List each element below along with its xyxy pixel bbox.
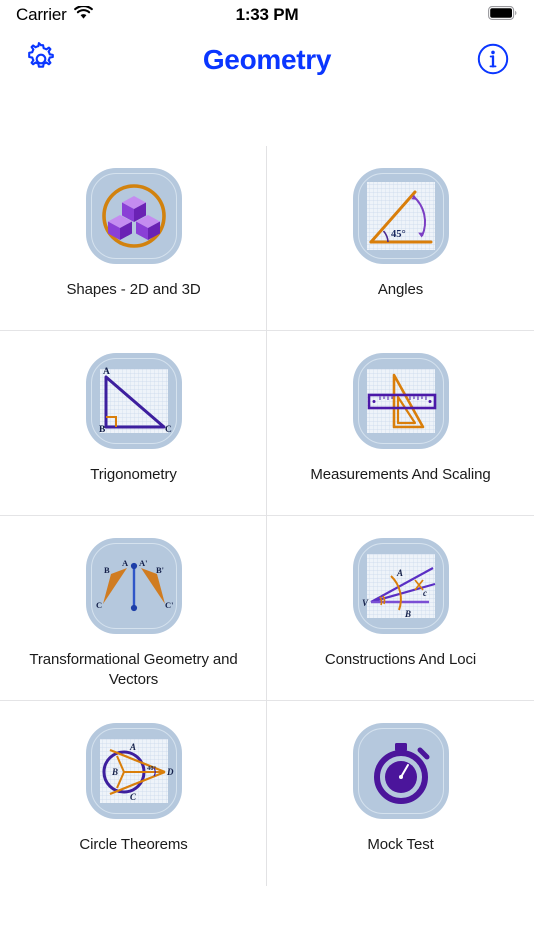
tile-background: V A B c	[352, 538, 449, 634]
settings-button[interactable]	[24, 41, 58, 79]
tile-background: 40° A B C D	[85, 723, 182, 819]
svg-text:A: A	[396, 568, 403, 578]
svg-text:C: C	[165, 425, 172, 435]
grid-item-label: Trigonometry	[90, 466, 177, 483]
angle-45-degrees-icon: 45°	[353, 168, 449, 264]
svg-text:C: C	[130, 792, 137, 802]
page-title: Geometry	[202, 44, 332, 75]
info-button[interactable]	[476, 42, 510, 79]
grid-item-angles[interactable]: 45° Angles	[267, 146, 534, 331]
status-bar-left: Carrier	[16, 4, 93, 25]
status-bar-right	[488, 5, 518, 25]
info-circle-icon	[476, 42, 510, 79]
grid-item-label: Transformational Geometry and Vectors	[29, 651, 238, 689]
reflection-triangles-icon: A A' B B' C C'	[86, 538, 182, 634]
navigation-bar: Geometry	[0, 30, 534, 90]
tile-background	[352, 353, 449, 449]
circle-tangents-icon: 40° A B C D	[86, 723, 182, 819]
gear-icon	[24, 41, 58, 79]
topic-grid: Shapes - 2D and 3D 45° Angles A B C Trig…	[0, 146, 534, 886]
svg-text:40°: 40°	[147, 765, 157, 772]
grid-item-transformational-geometry-and-vectors[interactable]: A A' B B' C C' Transformational Geometry…	[0, 516, 267, 701]
svg-text:B: B	[404, 609, 411, 619]
grid-item-label: Circle Theorems	[79, 836, 188, 853]
status-bar: Carrier 1:33 PM	[0, 0, 534, 30]
cubes-3d-icon	[86, 168, 182, 264]
svg-text:B: B	[111, 767, 118, 777]
svg-text:A': A'	[139, 558, 148, 568]
svg-text:A: A	[129, 742, 136, 752]
right-triangle-icon: A B C	[86, 353, 182, 449]
grid-item-trigonometry[interactable]: A B C Trigonometry	[0, 331, 267, 516]
tile-background: A B C	[85, 353, 182, 449]
grid-item-measurements-and-scaling[interactable]: Measurements And Scaling	[267, 331, 534, 516]
grid-item-constructions-and-loci[interactable]: V A B c Constructions And Loci	[267, 516, 534, 701]
wifi-icon	[73, 4, 93, 25]
angle-bisector-construction-icon: V A B c	[353, 538, 449, 634]
svg-text:A: A	[103, 367, 110, 377]
svg-text:B: B	[99, 425, 106, 435]
tile-background: A A' B B' C C'	[85, 538, 182, 634]
svg-text:45°: 45°	[391, 229, 406, 240]
grid-item-label: Constructions And Loci	[324, 651, 477, 668]
svg-text:C: C	[96, 600, 102, 610]
grid-item-label: Mock Test	[367, 836, 434, 853]
grid-item-shapes-2d-and-3d[interactable]: Shapes - 2D and 3D	[0, 146, 267, 331]
svg-text:B: B	[104, 565, 110, 575]
grid-item-label: Angles	[377, 281, 424, 298]
carrier-label: Carrier	[16, 5, 67, 24]
svg-text:C': C'	[165, 600, 174, 610]
grid-item-label: Measurements And Scaling	[310, 466, 491, 483]
tile-background	[352, 723, 449, 819]
ruler-and-set-square-icon	[353, 353, 449, 449]
svg-text:A: A	[122, 558, 129, 568]
grid-item-label: Shapes - 2D and 3D	[66, 281, 201, 298]
grid-item-circle-theorems[interactable]: 40° A B C D Circle Theorems	[0, 701, 267, 886]
grid-item-mock-test[interactable]: Mock Test	[267, 701, 534, 886]
svg-text:B': B'	[156, 565, 164, 575]
tile-background: 45°	[352, 168, 449, 264]
svg-text:c: c	[423, 588, 427, 598]
svg-text:D: D	[166, 767, 174, 777]
svg-text:V: V	[362, 598, 369, 608]
tile-background	[85, 168, 182, 264]
battery-full-icon	[488, 5, 518, 25]
stopwatch-icon	[353, 723, 449, 819]
